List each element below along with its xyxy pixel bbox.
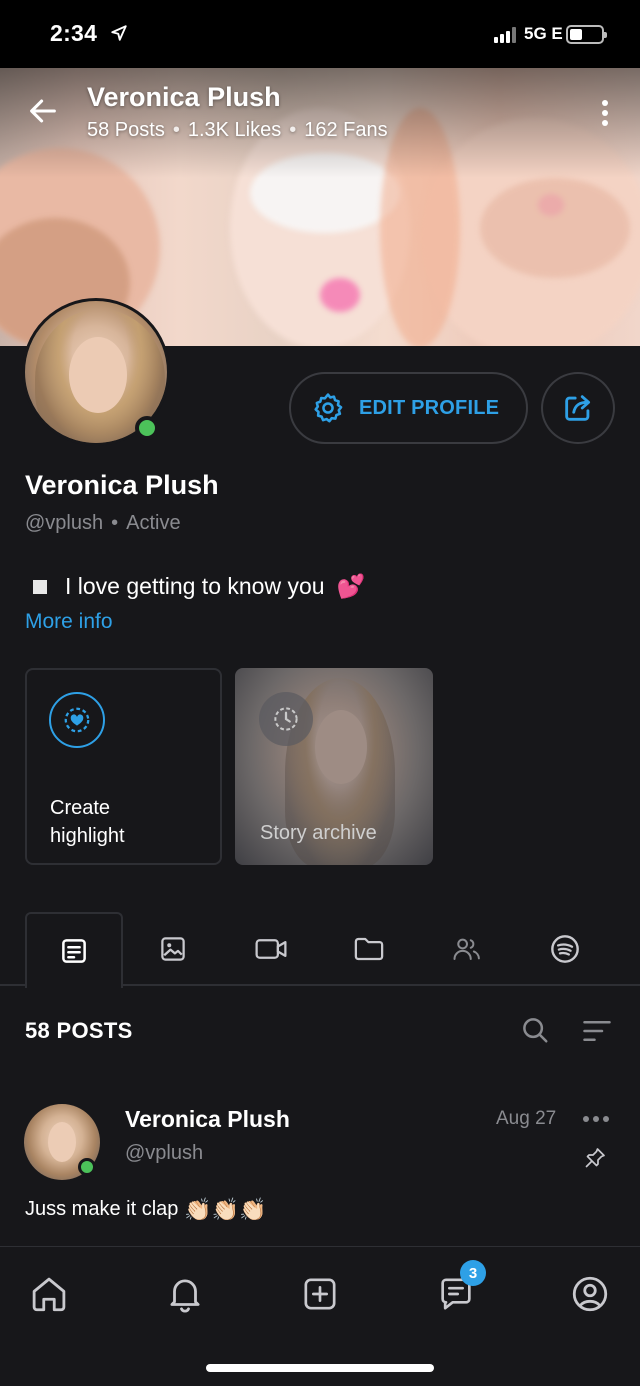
gear-icon: [314, 393, 343, 423]
profile-handle: @vplush: [25, 512, 104, 534]
tab-posts[interactable]: [25, 912, 123, 988]
photo-icon: [161, 937, 185, 961]
post-text: Juss make it clap 👏🏻👏🏻👏🏻: [25, 1198, 267, 1221]
home-indicator: [206, 1364, 434, 1372]
battery-icon: [566, 25, 607, 44]
video-camera-icon: [255, 939, 287, 959]
add-highlight-icon: [49, 692, 105, 748]
post-emoji: 👏🏻👏🏻👏🏻: [184, 1196, 267, 1222]
edit-profile-label: EDIT PROFILE: [359, 396, 500, 419]
nav-create-post[interactable]: [293, 1269, 347, 1319]
create-highlight-card[interactable]: Create highlight: [25, 668, 222, 865]
back-arrow-icon[interactable]: [26, 94, 60, 128]
posts-icon: [62, 939, 86, 963]
pin-icon[interactable]: [583, 1146, 607, 1170]
home-icon: [32, 1277, 66, 1312]
tab-collections[interactable]: [320, 912, 418, 986]
bio-square-icon: [33, 579, 47, 594]
search-icon[interactable]: [520, 1015, 550, 1045]
nav-profile[interactable]: [563, 1269, 617, 1319]
activity-status: Active: [126, 512, 181, 534]
more-info-link[interactable]: More info: [25, 610, 113, 634]
profile-handle-row: @vplush • Active: [25, 512, 181, 534]
post-date: Aug 27: [496, 1108, 557, 1129]
add-post-icon: [304, 1278, 336, 1310]
share-icon: [565, 395, 591, 421]
users-icon: [453, 938, 480, 960]
create-highlight-label: Create highlight: [50, 797, 125, 847]
online-status-dot: [135, 416, 159, 440]
edit-profile-button[interactable]: EDIT PROFILE: [289, 372, 528, 444]
header-stats: 58 Posts • 1.3K Likes • 162 Fans: [87, 119, 388, 141]
tab-photos[interactable]: [124, 912, 222, 986]
post-more-icon[interactable]: [583, 1116, 609, 1122]
status-time: 2:34: [50, 20, 98, 46]
signal-icon: [494, 27, 516, 43]
location-arrow-icon: [111, 25, 127, 41]
tab-subscribers[interactable]: [418, 912, 516, 986]
sort-icon[interactable]: [582, 1018, 612, 1044]
posts-count: 58 POSTS: [25, 1018, 133, 1043]
spotify-icon: [551, 935, 579, 963]
user-profile-icon: [572, 1276, 608, 1312]
folder-icon: [354, 937, 384, 961]
post-author-name[interactable]: Veronica Plush: [125, 1106, 290, 1133]
nav-notifications[interactable]: [158, 1269, 212, 1319]
content-tabs: [0, 912, 640, 988]
header-title: Veronica Plush: [87, 82, 281, 112]
story-archive-card[interactable]: Story archive: [235, 668, 433, 865]
post-author-handle[interactable]: @vplush: [125, 1142, 203, 1165]
bio-text: I love getting to know you: [65, 573, 325, 599]
tab-spotify[interactable]: [516, 912, 614, 986]
post-text-body: Juss make it clap: [25, 1198, 179, 1220]
status-bar: 2:34 5G E: [0, 0, 640, 68]
posts-stat: 58 Posts: [87, 119, 165, 141]
messages-badge: 3: [460, 1260, 486, 1286]
story-archive-label: Story archive: [260, 822, 377, 844]
post-online-dot: [78, 1158, 96, 1176]
fans-stat: 162 Fans: [304, 119, 388, 141]
nav-home[interactable]: [22, 1269, 76, 1319]
share-button[interactable]: [541, 372, 615, 444]
likes-stat: 1.3K Likes: [187, 119, 282, 141]
history-icon: [259, 692, 313, 746]
network-label: 5G E: [524, 24, 563, 43]
more-options-icon[interactable]: [596, 96, 614, 130]
bio-emoji: 💕: [336, 573, 366, 599]
profile-name: Veronica Plush: [25, 470, 219, 500]
bell-icon: [170, 1279, 200, 1313]
bio: I love getting to know you 💕: [25, 573, 365, 600]
tab-videos[interactable]: [222, 912, 320, 986]
